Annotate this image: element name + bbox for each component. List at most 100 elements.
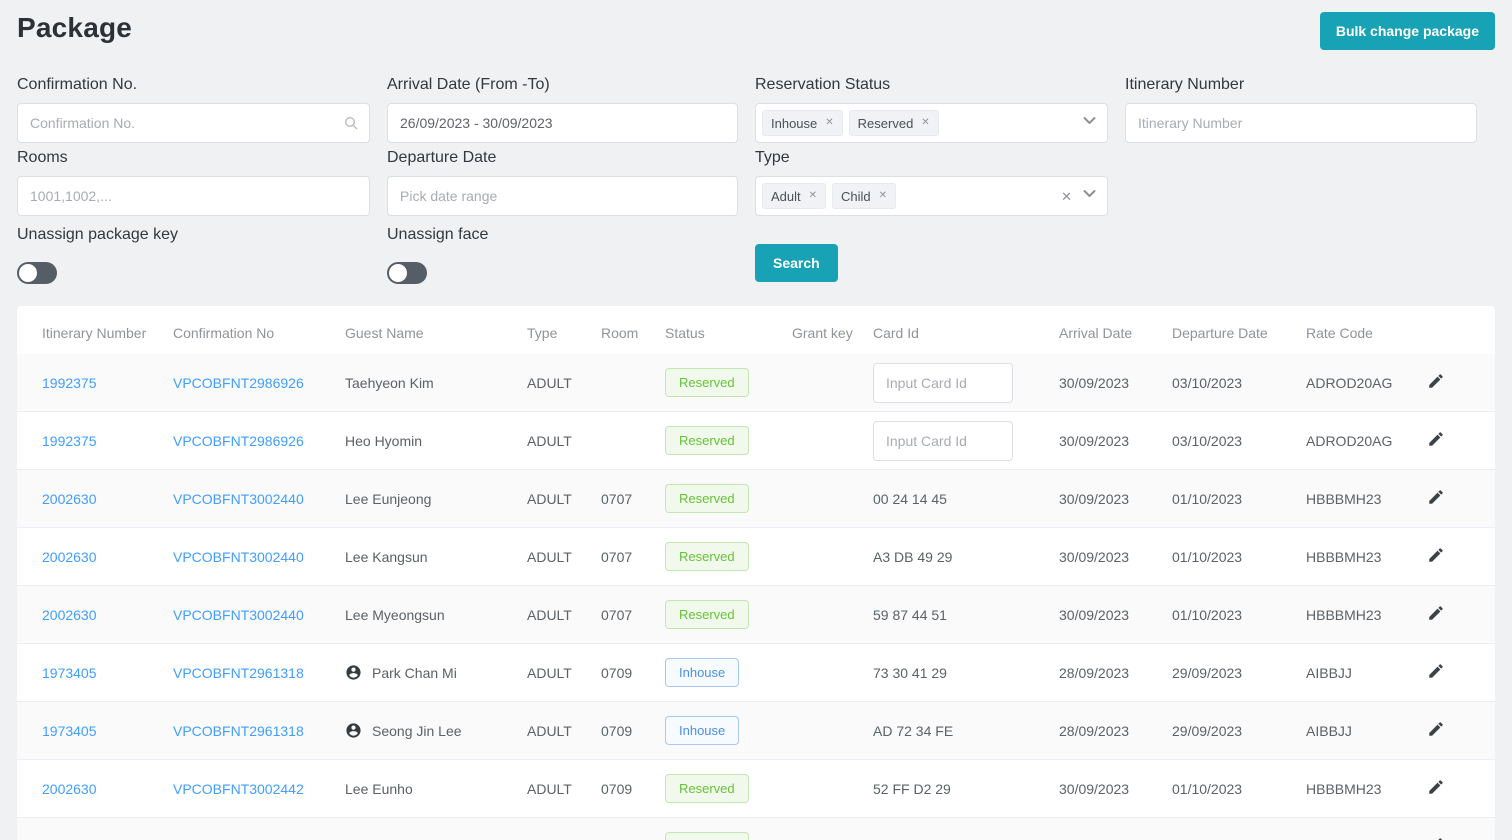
confirmation-no-input[interactable] xyxy=(17,103,370,143)
card-id xyxy=(865,354,1051,412)
itinerary-link[interactable]: 1992375 xyxy=(42,375,97,391)
confirmation-link[interactable]: VPCOBFNT3002440 xyxy=(173,491,304,507)
itinerary-link[interactable]: 2002630 xyxy=(42,781,97,797)
remove-tag-icon[interactable]: ✕ xyxy=(825,118,833,128)
remove-tag-icon[interactable]: ✕ xyxy=(809,191,817,201)
remove-tag-icon[interactable]: ✕ xyxy=(921,118,929,128)
col-arrival-date: Arrival Date xyxy=(1059,325,1133,341)
chevron-down-icon[interactable] xyxy=(1082,113,1097,133)
room-number: 0707 xyxy=(593,527,657,586)
confirmation-link[interactable]: VPCOBFNT3002442 xyxy=(173,781,304,797)
edit-icon[interactable] xyxy=(1427,430,1445,448)
itinerary-link[interactable]: 2002630 xyxy=(42,607,97,623)
departure-date-input[interactable] xyxy=(387,176,738,216)
arrival-date: 30/09/2023 xyxy=(1051,469,1164,528)
guest-name: Taehyeon Kim xyxy=(345,374,434,391)
unassign-face-toggle[interactable] xyxy=(387,262,427,284)
arrival-date: 30/09/2023 xyxy=(1051,817,1164,840)
type-field: Type Adult ✕ Child ✕ ✕ xyxy=(755,149,1108,216)
edit-icon[interactable] xyxy=(1427,546,1445,564)
arrival-date: 30/09/2023 xyxy=(1051,759,1164,818)
unassign-package-key-toggle[interactable] xyxy=(17,262,57,284)
search-button[interactable]: Search xyxy=(755,244,838,282)
edit-icon[interactable] xyxy=(1427,662,1445,680)
remove-tag-icon[interactable]: ✕ xyxy=(879,191,887,201)
status-badge: Reserved xyxy=(665,542,749,571)
edit-icon[interactable] xyxy=(1427,604,1445,622)
type-select[interactable]: Adult ✕ Child ✕ ✕ xyxy=(755,176,1108,216)
edit-icon[interactable] xyxy=(1427,720,1445,738)
rate-code: HBBBMH23 xyxy=(1298,585,1419,644)
itinerary-link[interactable]: 1973405 xyxy=(42,723,97,739)
departure-date: 01/10/2023 xyxy=(1164,469,1298,528)
itinerary-number-label: Itinerary Number xyxy=(1125,76,1245,93)
card-id-input[interactable] xyxy=(873,420,1013,461)
rooms-label: Rooms xyxy=(17,149,68,166)
chevron-down-icon[interactable] xyxy=(1082,186,1097,206)
arrival-date-input[interactable] xyxy=(387,103,738,143)
card-id-input[interactable] xyxy=(873,362,1013,403)
status-badge: Reserved xyxy=(665,600,749,629)
guest-type: ADULT xyxy=(519,701,593,760)
guest-name: Lee Eunjeong xyxy=(345,490,432,507)
arrival-date: 30/09/2023 xyxy=(1051,585,1164,644)
itinerary-link[interactable]: 1973405 xyxy=(42,665,97,681)
col-status: Status xyxy=(665,325,705,341)
departure-date: 29/09/2023 xyxy=(1164,701,1298,760)
confirmation-link[interactable]: VPCOBFNT2961318 xyxy=(173,723,304,739)
arrival-date-label: Arrival Date (From -To) xyxy=(387,76,550,93)
room-number xyxy=(593,354,657,412)
edit-icon[interactable] xyxy=(1427,488,1445,506)
grant-key xyxy=(784,643,865,702)
rate-code: AIBBJJ xyxy=(1298,701,1419,760)
results-table: Itinerary Number Confirmation No Guest N… xyxy=(17,306,1495,840)
guest-type: ADULT xyxy=(519,585,593,644)
rate-code: HBBBMH23 xyxy=(1298,759,1419,818)
room-number: 0709 xyxy=(593,759,657,818)
itinerary-number-input[interactable] xyxy=(1125,103,1477,143)
status-badge: Reserved xyxy=(665,368,749,397)
confirmation-link[interactable]: VPCOBFNT3002440 xyxy=(173,549,304,565)
card-id: 73 30 41 29 xyxy=(865,643,1051,702)
col-rate-code: Rate Code xyxy=(1306,325,1373,341)
itinerary-link[interactable]: 2002630 xyxy=(42,491,97,507)
itinerary-number-field: Itinerary Number xyxy=(1125,76,1477,143)
guest-type: ADULT xyxy=(519,469,593,528)
guest-type: ADULT xyxy=(519,354,593,412)
arrival-date: 30/09/2023 xyxy=(1051,354,1164,412)
grant-key xyxy=(784,469,865,528)
clear-select-icon[interactable]: ✕ xyxy=(1061,190,1072,203)
departure-date: 01/10/2023 xyxy=(1164,585,1298,644)
reservation-status-select[interactable]: Inhouse ✕ Reserved ✕ xyxy=(755,103,1108,143)
rooms-input[interactable] xyxy=(17,176,370,216)
results-table-card: Itinerary Number Confirmation No Guest N… xyxy=(17,306,1495,840)
itinerary-link[interactable]: 1992375 xyxy=(42,433,97,449)
status-tag: Reserved ✕ xyxy=(848,110,939,136)
room-number xyxy=(593,411,657,470)
card-id: 00 24 14 45 xyxy=(865,469,1051,528)
confirmation-link[interactable]: VPCOBFNT2986926 xyxy=(173,375,304,391)
guest-type: ADULT xyxy=(519,759,593,818)
edit-icon[interactable] xyxy=(1427,778,1445,796)
grant-key xyxy=(784,817,865,840)
col-departure-date: Departure Date xyxy=(1172,325,1268,341)
rate-code: AIBBJJ xyxy=(1298,643,1419,702)
guest-name: Park Chan Mi xyxy=(372,664,457,681)
edit-icon[interactable] xyxy=(1427,372,1445,390)
confirmation-link[interactable]: VPCOBFNT3002440 xyxy=(173,607,304,623)
grant-key xyxy=(784,411,865,470)
confirmation-link[interactable]: VPCOBFNT2986926 xyxy=(173,433,304,449)
confirmation-link[interactable]: VPCOBFNT2961318 xyxy=(173,665,304,681)
table-row: 2002630 VPCOBFNT3002442 Lee Eunseok ADUL… xyxy=(17,817,1495,840)
reservation-status-field: Reservation Status Inhouse ✕ Reserved ✕ xyxy=(755,76,1108,143)
table-row: 1973405 VPCOBFNT2961318 Seong Jin Lee AD… xyxy=(17,701,1495,760)
departure-date: 01/10/2023 xyxy=(1164,527,1298,586)
table-header: Itinerary Number Confirmation No Guest N… xyxy=(17,306,1495,354)
edit-icon[interactable] xyxy=(1427,836,1445,840)
bulk-change-package-button[interactable]: Bulk change package xyxy=(1319,12,1495,50)
room-number: 0709 xyxy=(593,701,657,760)
departure-date-field: Departure Date xyxy=(387,149,738,216)
col-room: Room xyxy=(601,325,639,341)
itinerary-link[interactable]: 2002630 xyxy=(42,549,97,565)
col-type: Type xyxy=(527,325,558,341)
